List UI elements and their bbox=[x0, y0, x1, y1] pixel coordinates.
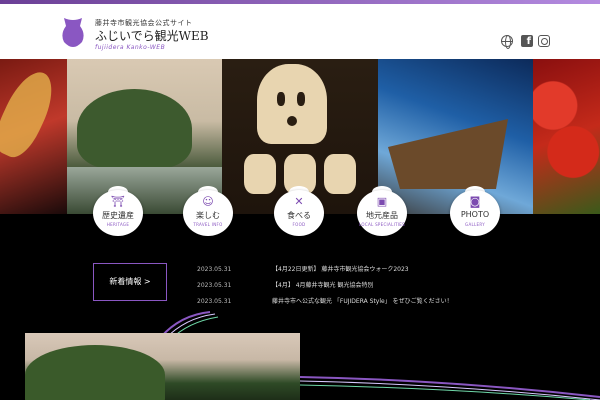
site-title[interactable]: ふじいでら観光WEB bbox=[95, 27, 209, 44]
news-item[interactable]: 2023.05.31 藤井寺市へ公式な観光 「FUJIDERA Style」 をぜ… bbox=[197, 296, 517, 312]
torii-icon: ⛩ bbox=[111, 195, 125, 208]
news-title: 【4月22日更新】 藤井寺市観光協会ウォーク2023 bbox=[272, 266, 409, 273]
category-sub: FOOD bbox=[292, 222, 306, 227]
facebook-icon[interactable]: f bbox=[521, 35, 533, 47]
category-photo[interactable]: ◙ PHOTO GALLERY bbox=[450, 186, 500, 236]
gift-icon: ▣ bbox=[376, 195, 388, 208]
news-title: 藤井寺市へ公式な観光 「FUJIDERA Style」 をぜひご覧ください！ bbox=[272, 298, 453, 305]
category-travel[interactable]: ☺ 楽しむ TRAVEL INFO bbox=[183, 186, 233, 236]
news-item[interactable]: 2023.05.31 【4月22日更新】 藤井寺市観光協会ウォーク2023 bbox=[197, 264, 517, 280]
instagram-icon[interactable] bbox=[538, 35, 550, 47]
category-label: 歴史遺産 bbox=[102, 211, 134, 220]
category-sub: GALLERY bbox=[465, 222, 485, 227]
globe-icon[interactable] bbox=[501, 35, 513, 49]
news-item[interactable]: 2023.05.31 【4月】 4月藤井寺観光 観光協会特別 bbox=[197, 280, 517, 296]
fork-knife-icon: ✕ bbox=[294, 195, 304, 208]
category-heritage[interactable]: ⛩ 歴史遺産 HERITAGE bbox=[93, 186, 143, 236]
site-header: 藤井寺市観光協会公式サイト ふじいでら観光WEB fujiidera Kanko… bbox=[0, 4, 600, 59]
featured-photo[interactable] bbox=[25, 333, 300, 400]
news-button[interactable]: 新着情報 > bbox=[93, 263, 167, 301]
category-label: 楽しむ bbox=[196, 211, 220, 220]
category-label: 食べる bbox=[287, 211, 311, 220]
photo-autumn-leaves bbox=[533, 59, 600, 214]
photo-instrument bbox=[0, 59, 67, 214]
decorative-swoosh bbox=[300, 376, 600, 400]
person-icon: ☺ bbox=[202, 195, 214, 208]
news-title: 【4月】 4月藤井寺観光 観光協会特別 bbox=[272, 282, 374, 289]
news-date: 2023.05.31 bbox=[197, 282, 232, 289]
site-roman-title: fujiidera Kanko-WEB bbox=[95, 44, 166, 51]
news-date: 2023.05.31 bbox=[197, 298, 232, 305]
news-date: 2023.05.31 bbox=[197, 266, 232, 273]
category-label: 地元産品 bbox=[366, 211, 398, 220]
category-sub: TRAVEL INFO bbox=[193, 222, 223, 227]
category-sub: LOCAL SPECIALITIES bbox=[359, 222, 405, 227]
logo-icon[interactable] bbox=[60, 16, 86, 50]
category-local[interactable]: ▣ 地元産品 LOCAL SPECIALITIES bbox=[357, 186, 407, 236]
category-sub: HERITAGE bbox=[106, 222, 130, 227]
camera-icon: ◙ bbox=[469, 195, 481, 208]
news-list: 2023.05.31 【4月22日更新】 藤井寺市観光協会ウォーク2023 202… bbox=[197, 264, 517, 312]
category-food[interactable]: ✕ 食べる FOOD bbox=[274, 186, 324, 236]
category-label: PHOTO bbox=[460, 210, 490, 219]
